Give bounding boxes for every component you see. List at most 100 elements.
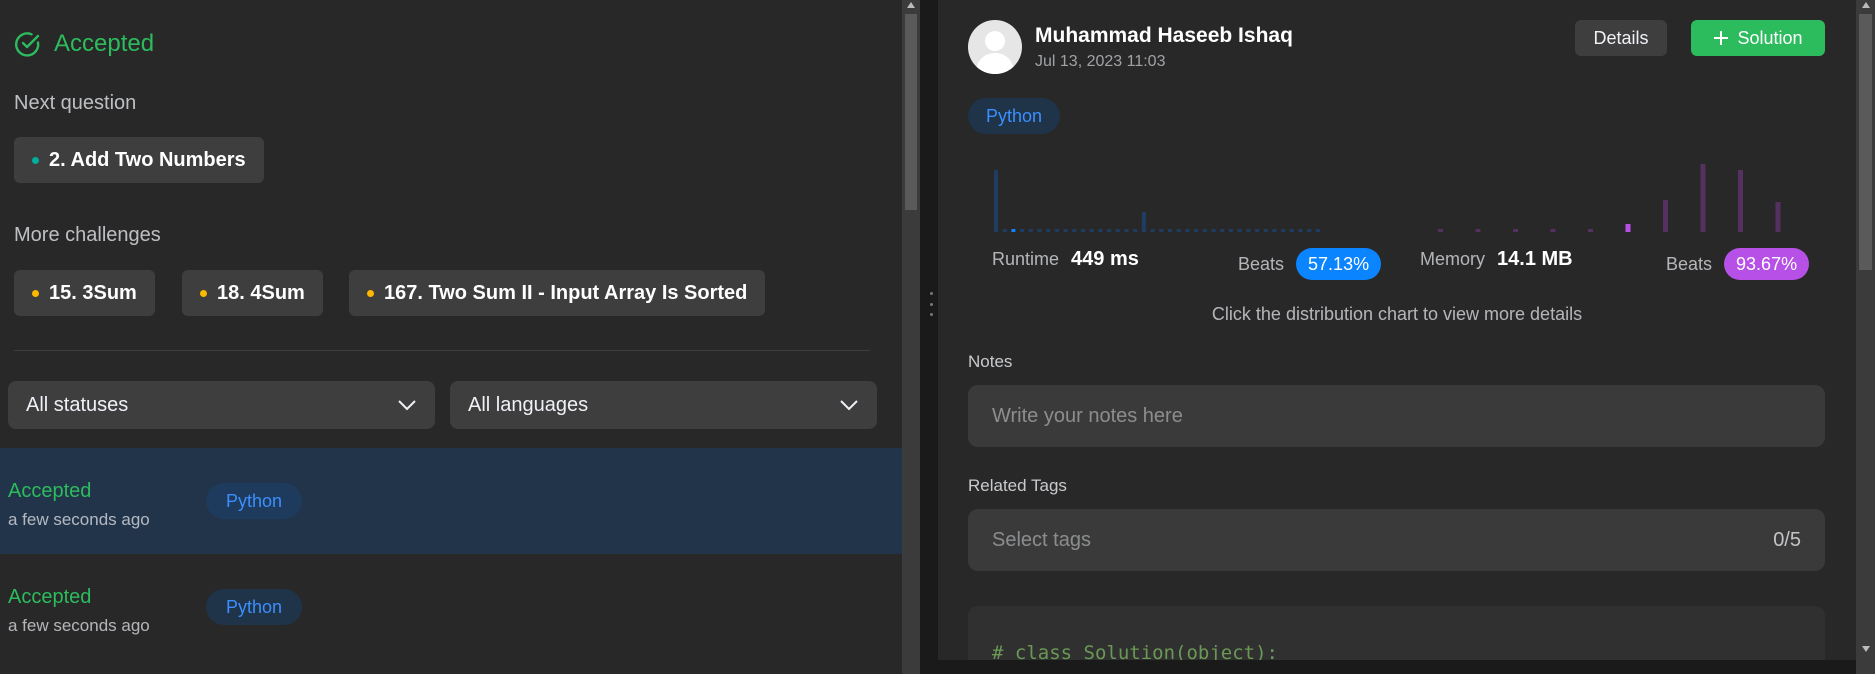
details-button[interactable]: Details [1575, 20, 1667, 56]
scrollbar-thumb[interactable] [1859, 14, 1872, 270]
runtime-bar[interactable] [1202, 229, 1207, 232]
left-scrollbar[interactable] [902, 0, 920, 674]
scroll-up-arrow-icon[interactable] [1862, 2, 1870, 8]
memory-beats-badge: 93.67% [1724, 248, 1810, 280]
runtime-bar[interactable] [1098, 229, 1103, 232]
runtime-bar[interactable] [1002, 229, 1007, 232]
user-silhouette-icon [975, 31, 1015, 74]
challenge-chip[interactable]: 18. 4Sum [182, 270, 323, 316]
distribution-chart[interactable] [938, 150, 1856, 240]
memory-bar[interactable] [1475, 229, 1481, 232]
notes-input[interactable]: Write your notes here [968, 385, 1825, 447]
scrollbar-thumb[interactable] [905, 14, 917, 210]
language-pill: Python [206, 589, 303, 625]
memory-bar[interactable] [1700, 164, 1706, 232]
memory-stat: Memory 14.1 MB [1420, 248, 1573, 271]
more-challenges-label: More challenges [14, 224, 161, 246]
challenge-title: 15. 3Sum [49, 281, 137, 304]
challenge-title: 18. 4Sum [217, 281, 305, 304]
runtime-bar[interactable] [1220, 229, 1225, 232]
memory-bar[interactable] [1513, 229, 1518, 232]
status-filter-select[interactable]: All statuses [8, 381, 435, 429]
runtime-bar[interactable] [1081, 229, 1085, 232]
tags-count: 0/5 [1773, 528, 1801, 551]
runtime-bar[interactable] [1037, 229, 1042, 232]
language-pill: Python [968, 98, 1061, 134]
challenge-title: 167. Two Sum II - Input Array Is Sorted [384, 281, 748, 304]
runtime-bar[interactable] [1272, 229, 1277, 232]
runtime-bar[interactable] [1176, 229, 1181, 232]
runtime-bar[interactable] [1020, 229, 1025, 232]
runtime-beats: Beats 57.13% [1238, 248, 1382, 280]
next-question-chip[interactable]: 2. Add Two Numbers [14, 137, 264, 183]
submission-row[interactable]: Accepted a few seconds ago Python [0, 448, 902, 554]
runtime-bar[interactable] [1133, 229, 1138, 232]
submission-detail-panel: Muhammad Haseeb Ishaq Jul 13, 2023 11:03… [938, 0, 1856, 660]
runtime-bar[interactable] [1054, 229, 1059, 232]
runtime-bar[interactable] [1150, 229, 1155, 232]
tags-select[interactable]: Select tags 0/5 [968, 509, 1825, 571]
runtime-bar[interactable] [1089, 229, 1094, 232]
runtime-bar[interactable] [1211, 229, 1216, 232]
runtime-bar[interactable] [1046, 229, 1051, 232]
runtime-bar[interactable] [1124, 229, 1129, 232]
runtime-bar[interactable] [1228, 229, 1233, 232]
runtime-bar[interactable] [1028, 229, 1033, 232]
runtime-bar[interactable] [1159, 229, 1164, 232]
runtime-distribution[interactable] [994, 170, 1320, 232]
runtime-stat: Runtime 449 ms [992, 248, 1139, 271]
memory-bar[interactable] [1550, 229, 1556, 232]
memory-value: 14.1 MB [1497, 248, 1573, 270]
right-scrollbar[interactable] [1856, 0, 1875, 674]
tags-placeholder: Select tags [992, 528, 1091, 551]
runtime-bar[interactable] [1107, 229, 1112, 232]
runtime-bar[interactable] [1115, 229, 1120, 232]
scroll-down-arrow-icon[interactable] [1862, 646, 1870, 652]
runtime-bar[interactable] [1255, 229, 1259, 232]
runtime-bar[interactable] [1263, 229, 1268, 232]
memory-bar[interactable] [1775, 202, 1781, 232]
runtime-bar[interactable] [1298, 229, 1303, 232]
memory-bar[interactable] [1738, 170, 1743, 232]
solution-button[interactable]: Solution [1691, 20, 1825, 56]
memory-bar[interactable] [1438, 229, 1443, 232]
runtime-bar[interactable] [1315, 229, 1320, 232]
accepted-title: Accepted [54, 30, 155, 57]
language-filter-select[interactable]: All languages [450, 381, 877, 429]
submissions-panel: Accepted Next question 2. Add Two Number… [0, 0, 902, 674]
scroll-up-arrow-icon[interactable] [907, 2, 915, 8]
difficulty-dot [32, 289, 39, 297]
runtime-bar[interactable] [994, 170, 998, 232]
app-root: Accepted Next question 2. Add Two Number… [0, 0, 1875, 674]
challenge-chip[interactable]: 167. Two Sum II - Input Array Is Sorted [349, 270, 766, 316]
runtime-bar[interactable] [1289, 229, 1294, 232]
runtime-bar[interactable] [1185, 229, 1190, 232]
beats-label: Beats [1666, 253, 1713, 274]
runtime-bar[interactable] [1168, 229, 1172, 232]
memory-bar[interactable] [1663, 200, 1668, 232]
runtime-bar[interactable] [1237, 229, 1242, 232]
runtime-bar[interactable] [1063, 229, 1068, 232]
chevron-down-icon [398, 400, 416, 411]
next-question-title: 2. Add Two Numbers [49, 148, 246, 171]
challenge-chip[interactable]: 15. 3Sum [14, 270, 155, 316]
runtime-bar[interactable] [1194, 229, 1199, 232]
resize-grip-icon[interactable] [930, 292, 933, 316]
runtime-bar[interactable] [1141, 212, 1146, 232]
chart-hint: Click the distribution chart to view mor… [1211, 304, 1583, 324]
language-filter-value: All languages [468, 393, 589, 416]
avatar[interactable] [968, 20, 1022, 74]
runtime-bar[interactable] [1072, 229, 1077, 232]
runtime-bar[interactable] [1281, 229, 1286, 232]
user-name[interactable]: Muhammad Haseeb Ishaq [1035, 24, 1293, 48]
memory-bar[interactable] [1588, 229, 1593, 232]
runtime-bar[interactable] [1307, 229, 1312, 232]
panel-resizer[interactable] [920, 0, 938, 674]
runtime-bar[interactable] [1246, 229, 1251, 232]
memory-distribution[interactable] [1438, 164, 1781, 232]
code-block[interactable]: # class Solution(object): [968, 606, 1825, 660]
memory-bar[interactable] [1625, 224, 1631, 232]
submission-row[interactable]: Accepted a few seconds ago Python [0, 554, 902, 660]
runtime-bar[interactable] [1011, 229, 1016, 232]
submission-time: a few seconds ago [8, 510, 150, 529]
